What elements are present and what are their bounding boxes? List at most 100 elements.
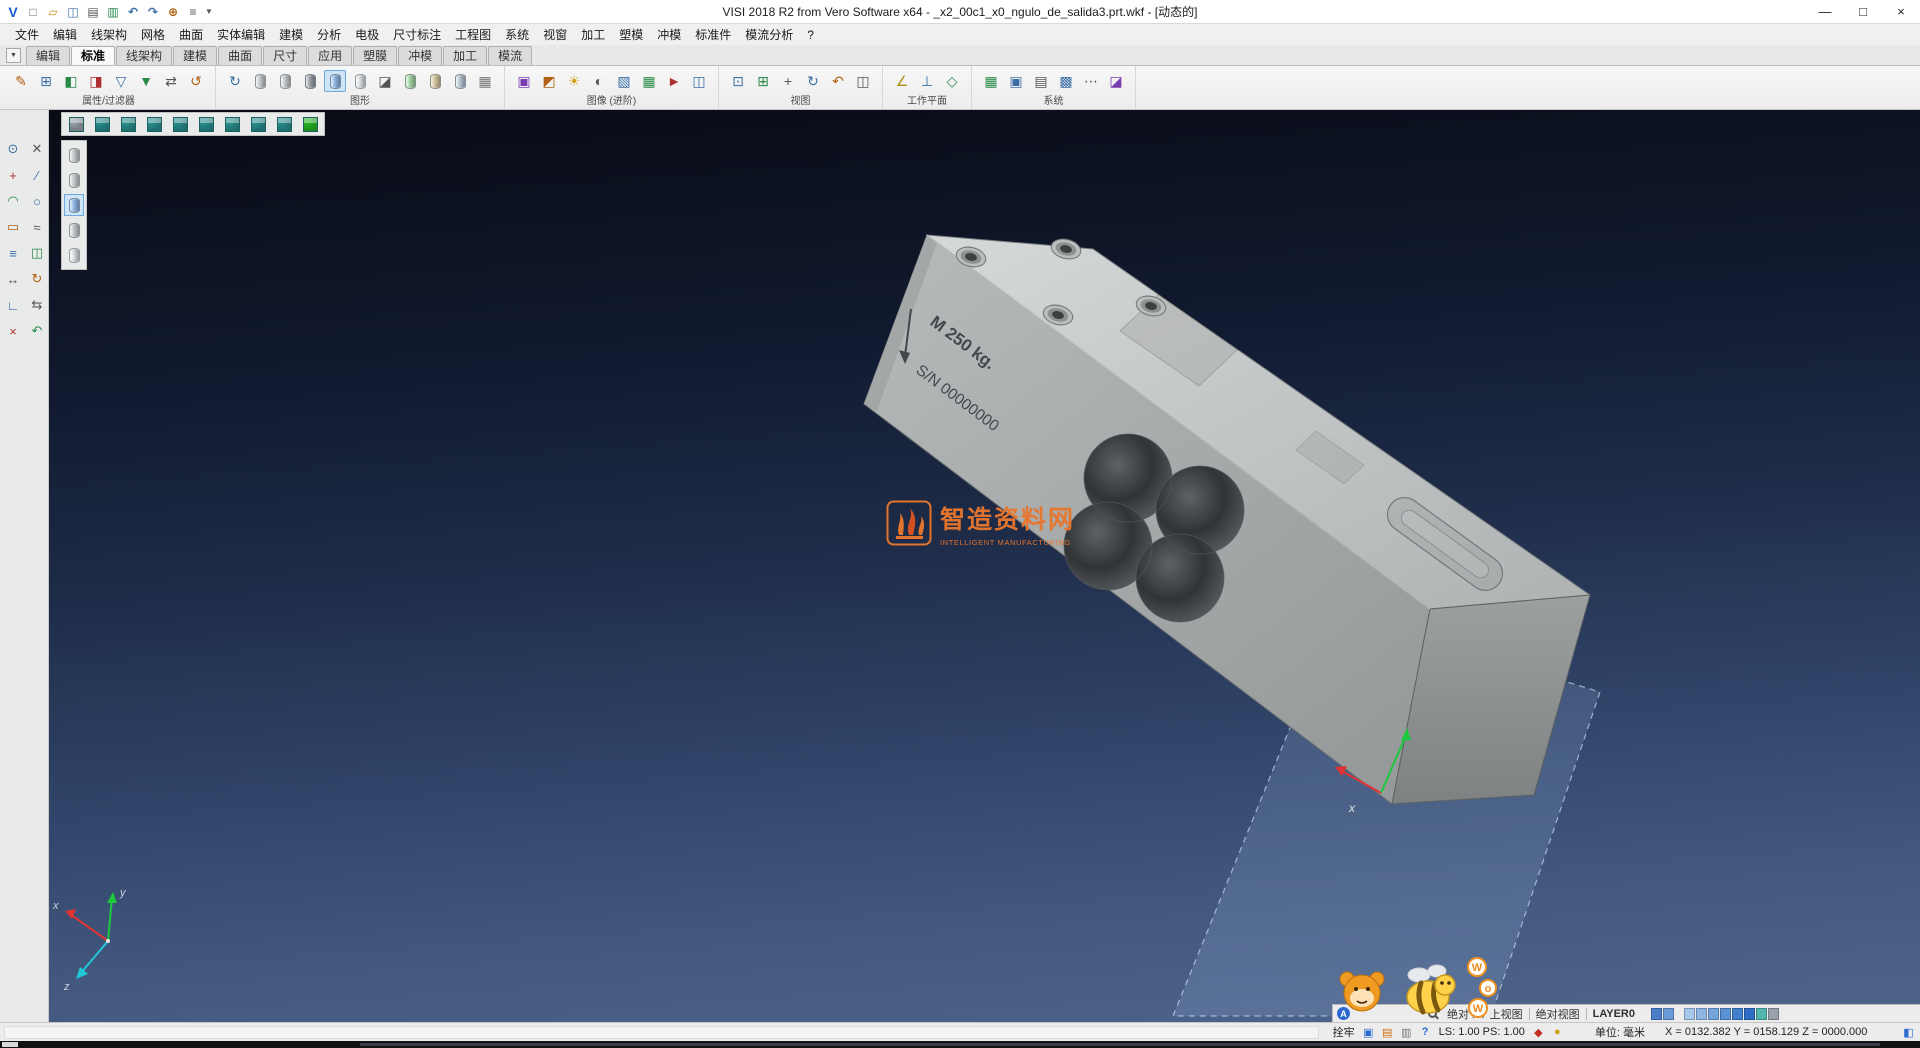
- qat-icon[interactable]: □: [24, 3, 42, 21]
- sidebar-tool-icon[interactable]: ≡: [2, 242, 24, 264]
- qat-icon[interactable]: ↶: [124, 3, 142, 21]
- ribbon-icon[interactable]: [249, 70, 271, 92]
- status-icon[interactable]: ◆: [1531, 1025, 1546, 1040]
- ribbon-icon[interactable]: +: [777, 70, 799, 92]
- ribbon-icon[interactable]: [349, 70, 371, 92]
- tab-dropdown-icon[interactable]: ▼: [6, 48, 21, 63]
- status-icon[interactable]: ▥: [1399, 1025, 1414, 1040]
- view-cube-icon[interactable]: [119, 115, 137, 133]
- ribbon-icon[interactable]: ⇄: [160, 70, 182, 92]
- view-cube-icon[interactable]: [197, 115, 215, 133]
- menu-item[interactable]: 编辑: [46, 24, 84, 45]
- ribbon-icon[interactable]: ◨: [85, 70, 107, 92]
- ribbon-tab[interactable]: 冲模: [398, 46, 442, 65]
- sidebar-tool-icon[interactable]: ▭: [2, 216, 24, 238]
- minimize-button[interactable]: —: [1806, 0, 1844, 24]
- menu-item[interactable]: 实体编辑: [210, 24, 272, 45]
- color-segment[interactable]: [1744, 1008, 1755, 1020]
- ribbon-tab[interactable]: 加工: [443, 46, 487, 65]
- ribbon-icon[interactable]: ◫: [852, 70, 874, 92]
- prompt-area[interactable]: [4, 1026, 1319, 1039]
- sidebar-tool-icon[interactable]: ◫: [26, 242, 48, 264]
- sidebar-tool-icon[interactable]: ≈: [26, 216, 48, 238]
- ribbon-icon[interactable]: ▣: [513, 70, 535, 92]
- ribbon-tab[interactable]: 模流: [488, 46, 532, 65]
- menu-item[interactable]: 塑模: [612, 24, 650, 45]
- color-segment[interactable]: [1768, 1008, 1779, 1020]
- menu-item[interactable]: 视窗: [536, 24, 574, 45]
- menu-item[interactable]: 曲面: [172, 24, 210, 45]
- ribbon-icon[interactable]: ▩: [1055, 70, 1077, 92]
- ribbon-icon[interactable]: ∠: [891, 70, 913, 92]
- ribbon-icon[interactable]: [299, 70, 321, 92]
- ribbon-icon[interactable]: ↻: [224, 70, 246, 92]
- ribbon-icon[interactable]: ⊡: [727, 70, 749, 92]
- render-mode-icon[interactable]: [64, 169, 84, 191]
- sidebar-tool-icon[interactable]: ∟: [2, 294, 24, 316]
- ribbon-icon[interactable]: ⊥: [916, 70, 938, 92]
- status-icon[interactable]: ▤: [1380, 1025, 1395, 1040]
- render-mode-icon[interactable]: [64, 194, 84, 216]
- status-right-icon[interactable]: ◧: [1901, 1025, 1916, 1040]
- ribbon-tab[interactable]: 编辑: [26, 46, 70, 65]
- sidebar-tool-icon[interactable]: ✕: [26, 138, 48, 160]
- ribbon-tab[interactable]: 尺寸: [263, 46, 307, 65]
- qat-icon[interactable]: ◫: [64, 3, 82, 21]
- ribbon-tab[interactable]: 标准: [71, 46, 115, 65]
- menu-item[interactable]: 标准件: [688, 24, 738, 45]
- view-cube-icon[interactable]: [275, 115, 293, 133]
- color-segment[interactable]: [1732, 1008, 1743, 1020]
- sidebar-tool-icon[interactable]: ○: [26, 190, 48, 212]
- color-segment[interactable]: [1756, 1008, 1767, 1020]
- view-cube-icon[interactable]: [67, 115, 85, 133]
- ribbon-icon[interactable]: ↻: [802, 70, 824, 92]
- ribbon-icon[interactable]: ☀: [563, 70, 585, 92]
- qat-icon[interactable]: ↷: [144, 3, 162, 21]
- menu-item[interactable]: 工程图: [448, 24, 498, 45]
- menu-item[interactable]: 建模: [272, 24, 310, 45]
- color-segment[interactable]: [1696, 1008, 1707, 1020]
- ribbon-icon[interactable]: ◩: [538, 70, 560, 92]
- view-cube-icon[interactable]: [223, 115, 241, 133]
- color-segment[interactable]: [1684, 1008, 1695, 1020]
- sidebar-tool-icon[interactable]: ⊙: [2, 138, 24, 160]
- menu-item[interactable]: 冲模: [650, 24, 688, 45]
- ribbon-icon[interactable]: ▧: [613, 70, 635, 92]
- ribbon-icon[interactable]: [324, 70, 346, 92]
- view-cube-icon[interactable]: [93, 115, 111, 133]
- color-segment[interactable]: [1720, 1008, 1731, 1020]
- ribbon-icon[interactable]: ◇: [941, 70, 963, 92]
- ribbon-icon[interactable]: ⊞: [752, 70, 774, 92]
- view-cube-icon[interactable]: [145, 115, 163, 133]
- ribbon-tab[interactable]: 曲面: [218, 46, 262, 65]
- ribbon-tab[interactable]: 塑膜: [353, 46, 397, 65]
- sidebar-tool-icon[interactable]: ↻: [26, 268, 48, 290]
- ribbon-icon[interactable]: ◐: [588, 70, 610, 92]
- ribbon-icon[interactable]: ⋯: [1080, 70, 1102, 92]
- qat-icon[interactable]: ▱: [44, 3, 62, 21]
- lock-label[interactable]: 拴牢: [1333, 1024, 1355, 1040]
- status-icon[interactable]: ?: [1418, 1025, 1433, 1040]
- qat-dropdown-icon[interactable]: ▼: [205, 7, 213, 16]
- sidebar-tool-icon[interactable]: +: [2, 164, 24, 186]
- ribbon-icon[interactable]: [424, 70, 446, 92]
- qat-icon[interactable]: ▥: [104, 3, 122, 21]
- maximize-button[interactable]: □: [1844, 0, 1882, 24]
- render-mode-icon[interactable]: [64, 144, 84, 166]
- render-mode-icon[interactable]: [64, 219, 84, 241]
- ribbon-icon[interactable]: ◧: [60, 70, 82, 92]
- ribbon-icon[interactable]: ▦: [474, 70, 496, 92]
- ribbon-icon[interactable]: ⊞: [35, 70, 57, 92]
- render-mode-icon[interactable]: [64, 244, 84, 266]
- ribbon-tab[interactable]: 建模: [173, 46, 217, 65]
- menu-item[interactable]: 文件: [8, 24, 46, 45]
- view-mode-label[interactable]: 绝对视图: [1530, 1006, 1586, 1022]
- viewport-3d[interactable]: M 250 kg. S/N 00000000 x y x: [49, 110, 1920, 1022]
- view-cube-icon[interactable]: [249, 115, 267, 133]
- ribbon-icon[interactable]: ►: [663, 70, 685, 92]
- menu-item[interactable]: 加工: [574, 24, 612, 45]
- menu-item[interactable]: 尺寸标注: [386, 24, 448, 45]
- ribbon-icon[interactable]: ↶: [827, 70, 849, 92]
- sidebar-tool-icon[interactable]: ∕: [26, 164, 48, 186]
- menu-item[interactable]: 系统: [498, 24, 536, 45]
